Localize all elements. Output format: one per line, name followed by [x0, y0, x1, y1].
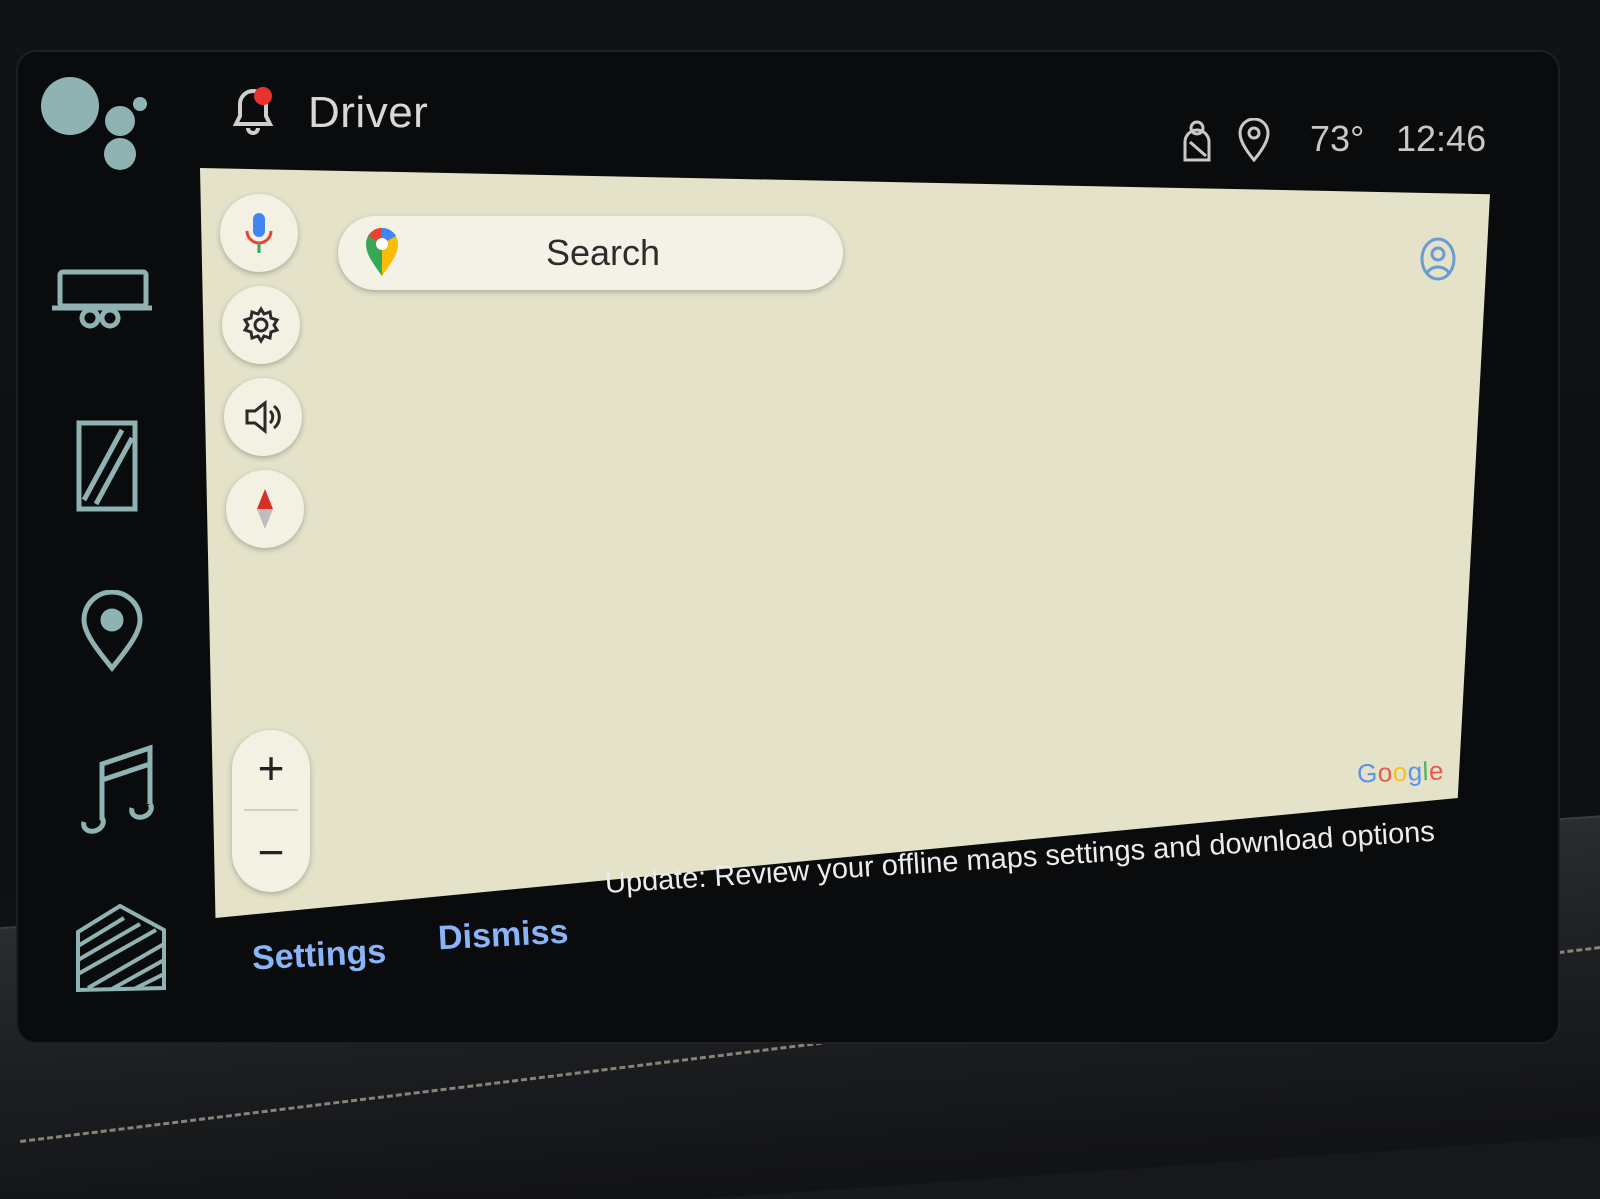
- location-pin-icon[interactable]: [80, 589, 144, 672]
- voice-search-button[interactable]: [220, 194, 298, 272]
- music-note-icon[interactable]: [80, 742, 154, 834]
- search-label: Search: [546, 232, 661, 273]
- zoom-divider: [244, 809, 298, 811]
- audio-guidance-button[interactable]: [224, 378, 302, 456]
- watermark-letter-o2: o: [1392, 756, 1409, 788]
- google-assistant-icon[interactable]: [40, 76, 152, 176]
- google-maps-pin-icon: [366, 227, 398, 276]
- compass-button[interactable]: [226, 470, 304, 548]
- zoom-in-button[interactable]: +: [232, 732, 310, 804]
- zoom-control: + −: [232, 730, 310, 892]
- location-status-icon: [1238, 117, 1270, 163]
- speaker-icon: [245, 399, 281, 435]
- account-icon[interactable]: [1420, 237, 1456, 281]
- seatbelt-icon: [1180, 120, 1214, 162]
- search-bar[interactable]: Search: [338, 216, 843, 290]
- watermark-letter-o1: o: [1377, 757, 1394, 788]
- watermark-letter-g2: g: [1407, 756, 1424, 787]
- temperature-readout: 73°: [1310, 118, 1365, 159]
- microphone-icon: [245, 213, 273, 253]
- clock-readout: 12:46: [1396, 118, 1487, 159]
- compass-icon: [257, 489, 273, 529]
- driver-profile-label[interactable]: Driver: [308, 88, 428, 138]
- notification-bell-icon[interactable]: [228, 84, 278, 136]
- snackbar-settings-button[interactable]: Settings: [251, 933, 387, 979]
- gear-icon: [242, 306, 280, 344]
- building-icon[interactable]: [74, 902, 168, 994]
- snackbar-dismiss-button[interactable]: Dismiss: [437, 913, 569, 959]
- vehicle-trailer-icon[interactable]: [52, 268, 152, 330]
- google-watermark: Google: [1356, 755, 1444, 789]
- settings-button[interactable]: [222, 286, 300, 364]
- watermark-letter-g: G: [1356, 757, 1379, 789]
- watermark-letter-e: e: [1428, 755, 1445, 786]
- split-screen-icon[interactable]: [76, 420, 138, 512]
- zoom-out-button[interactable]: −: [232, 816, 310, 888]
- infotainment-photo: Driver 73° 12:46 Search + − Google Setti…: [0, 0, 1600, 1199]
